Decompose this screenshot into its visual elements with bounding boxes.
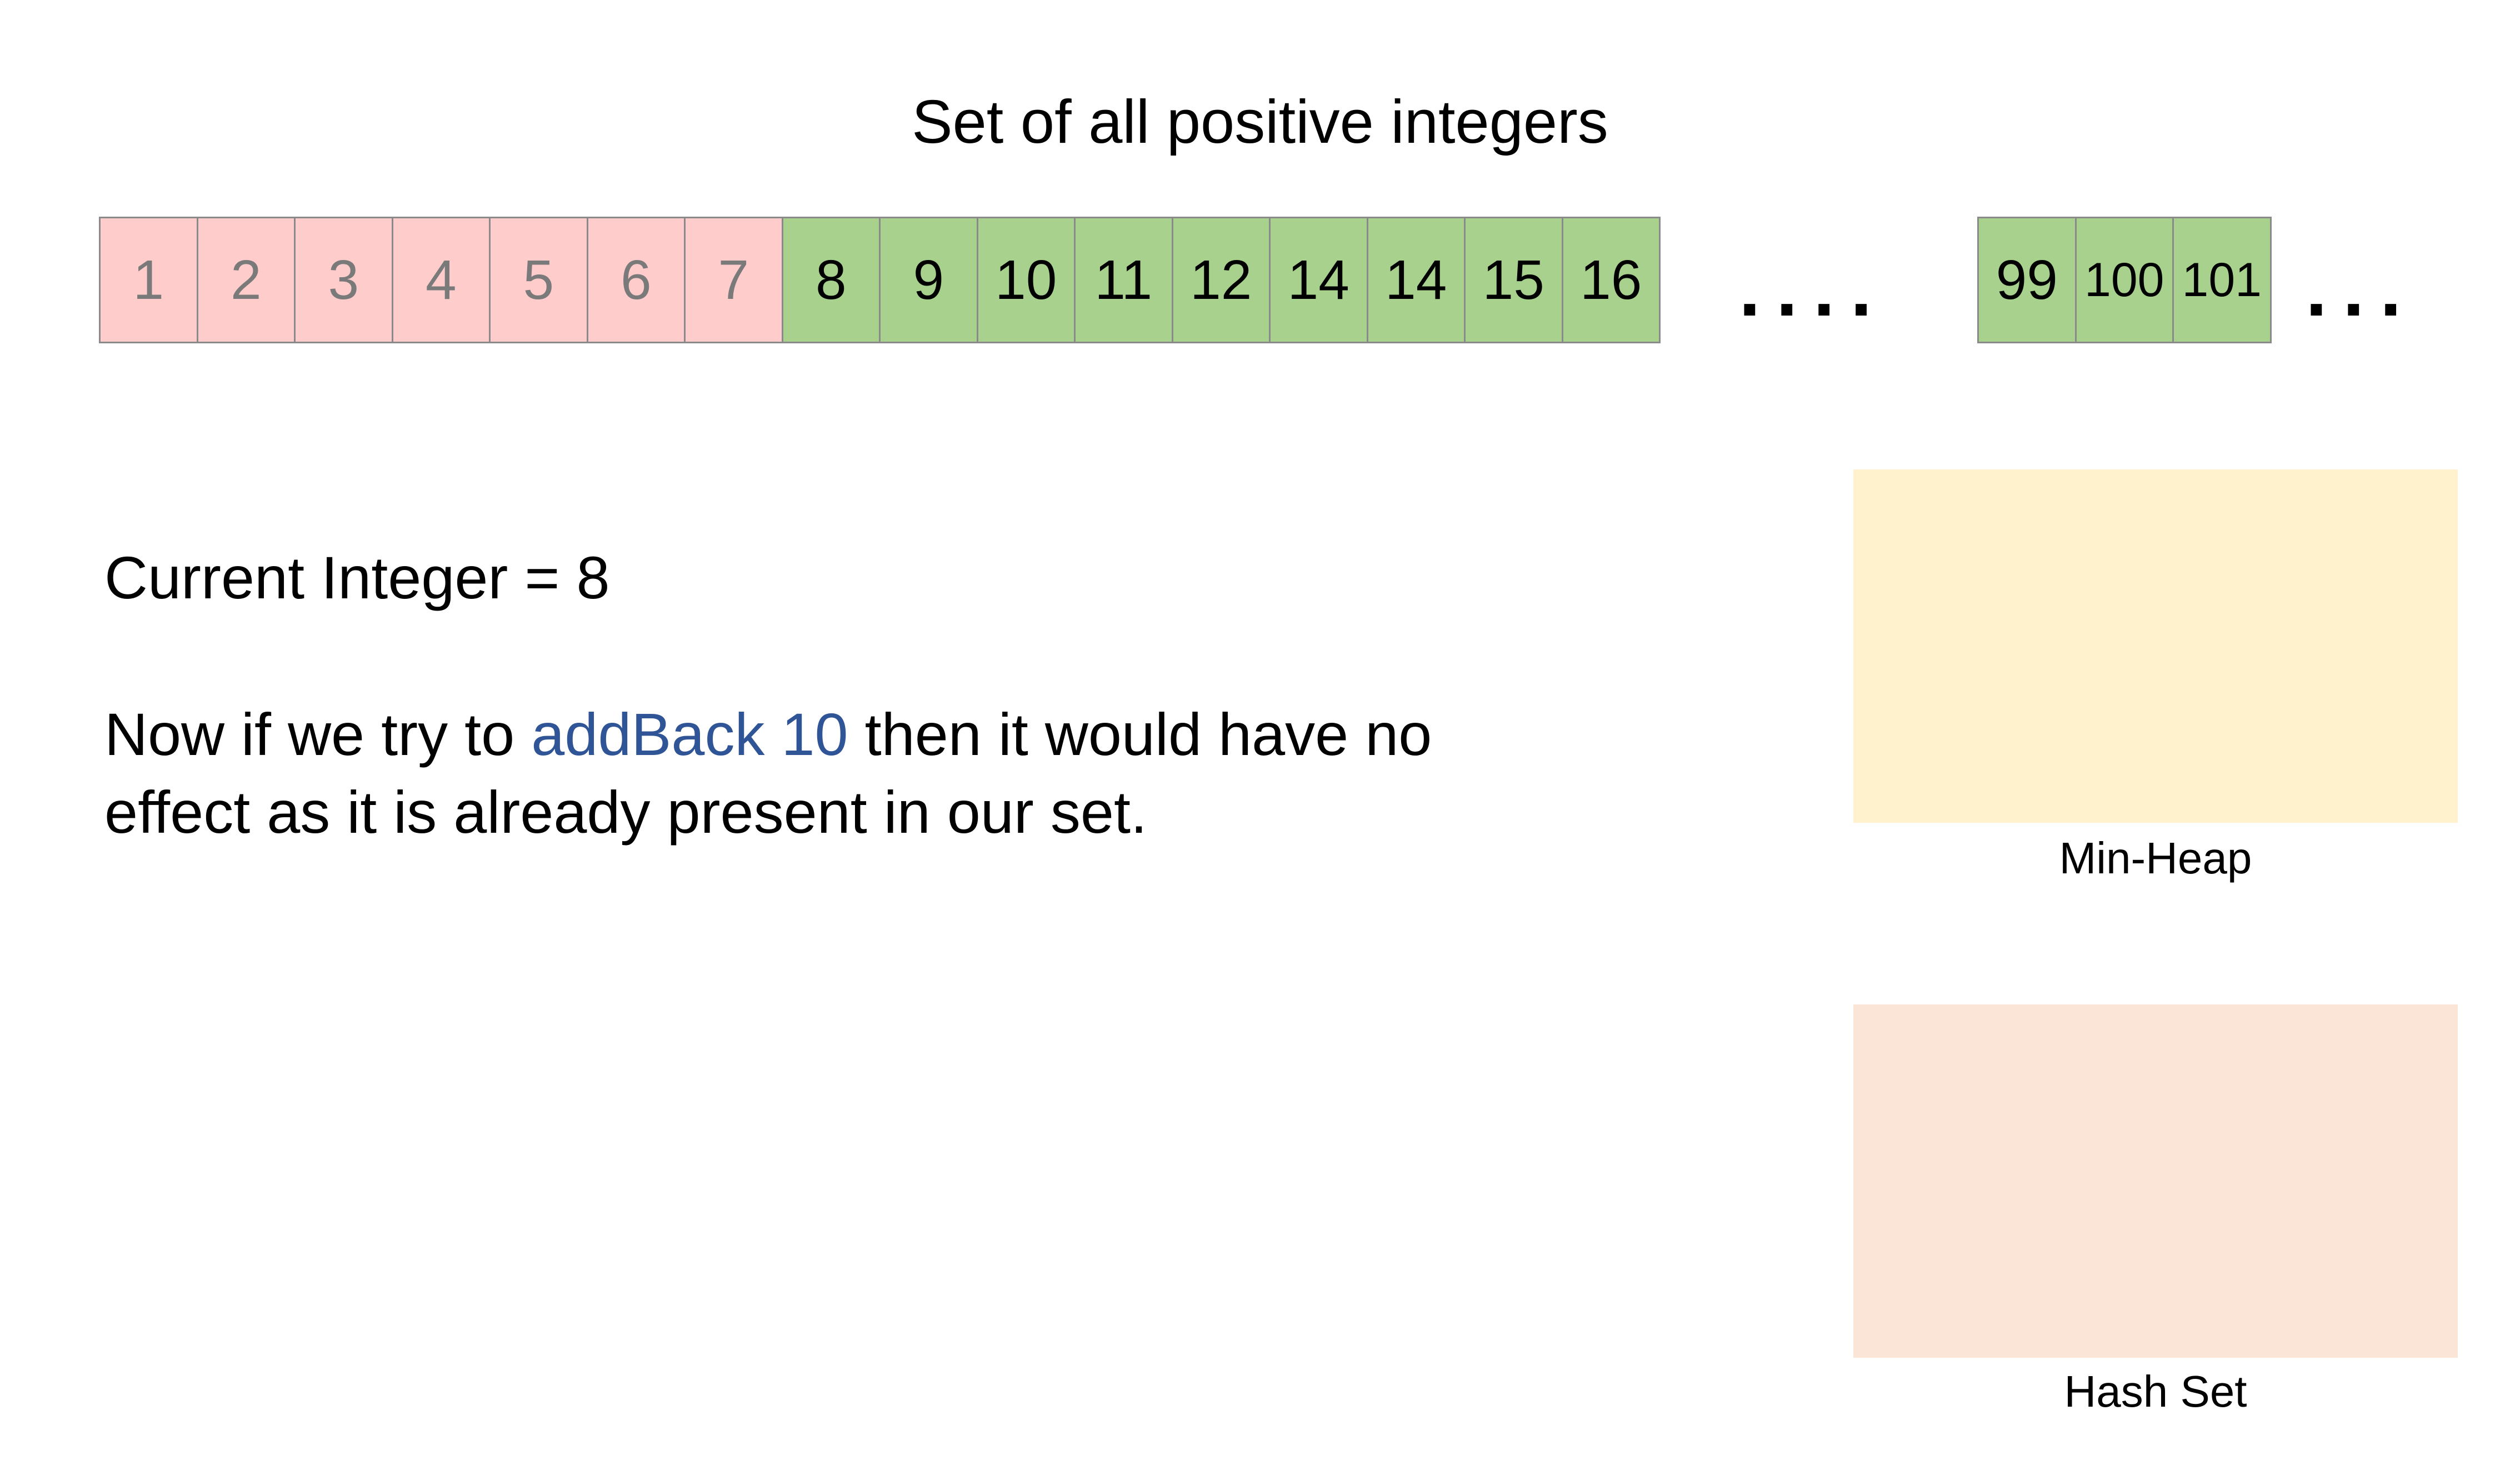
ellipsis-1: .... (1739, 245, 1888, 332)
explanation-line-1: Now if we try to addBack 10 then it woul… (104, 696, 1432, 773)
integer-cell: 99 (1977, 217, 2077, 343)
integer-cell: 16 (1561, 217, 1661, 343)
integer-cell: 100 (2074, 217, 2174, 343)
hash-set-label: Hash Set (2064, 1367, 2247, 1416)
integer-cell: 12 (1171, 217, 1271, 343)
integer-cell: 15 (1464, 217, 1563, 343)
integer-cell: 7 (684, 217, 783, 343)
integer-cell: 14 (1269, 217, 1368, 343)
integer-cell: 4 (391, 217, 491, 343)
min-heap-label: Min-Heap (2059, 833, 2252, 883)
integer-cell: 5 (489, 217, 588, 343)
integer-row-segment-2: 99 100 101 (1977, 217, 2272, 343)
hash-set-box (1853, 1004, 2458, 1358)
ellipsis-2: ... (2306, 245, 2417, 332)
integer-cell: 11 (1074, 217, 1173, 343)
current-integer-text: Current Integer = 8 (104, 544, 610, 611)
integer-cell: 8 (781, 217, 881, 343)
integer-cell: 14 (1366, 217, 1466, 343)
integer-cell: 2 (196, 217, 296, 343)
integer-cell: 10 (976, 217, 1076, 343)
min-heap-box (1853, 469, 2458, 823)
integer-cell: 3 (294, 217, 393, 343)
explanation-before: Now if we try to (104, 701, 532, 768)
integer-cell: 9 (879, 217, 978, 343)
explanation-line-2: effect as it is already present in our s… (104, 778, 1147, 846)
integer-cell: 101 (2172, 217, 2272, 343)
integer-cell: 1 (99, 217, 198, 343)
integer-cell: 6 (586, 217, 686, 343)
explanation-highlight: addBack 10 (531, 701, 848, 768)
integer-row-segment-1: 1 2 3 4 5 6 7 8 9 10 11 12 14 14 15 16 (99, 217, 1661, 343)
diagram-title: Set of all positive integers (912, 88, 1608, 156)
explanation-after: then it would have no (848, 701, 1432, 768)
